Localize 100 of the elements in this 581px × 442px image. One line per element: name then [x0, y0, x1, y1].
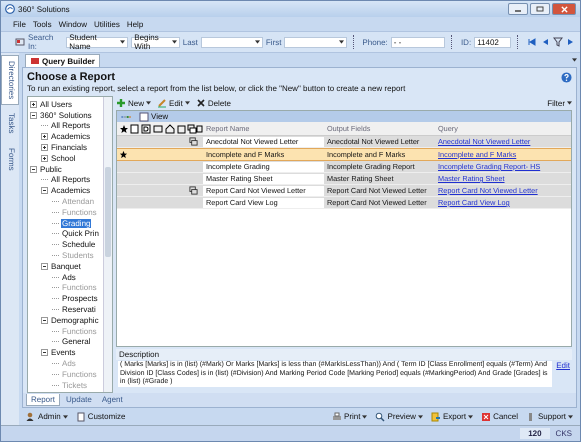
tree-item[interactable]: All Users: [39, 100, 74, 109]
expand-toggle-icon[interactable]: [41, 349, 48, 356]
id-label: ID:: [460, 38, 472, 46]
caret-icon: [254, 40, 260, 44]
caret-icon: [172, 40, 177, 44]
phone-label: Phone:: [362, 38, 388, 46]
filter-icon[interactable]: [552, 37, 563, 47]
menu-item[interactable]: Window: [58, 20, 88, 28]
vertical-scrollbar[interactable]: [103, 97, 112, 392]
caret-icon: [146, 101, 152, 105]
description-label: Description: [116, 349, 572, 360]
edit-button[interactable]: Edit: [157, 98, 190, 108]
help-icon[interactable]: [561, 72, 572, 82]
menu-item[interactable]: File: [13, 20, 26, 28]
close-icon: [560, 6, 568, 12]
plus-icon: [116, 98, 126, 108]
menu-item[interactable]: Utilities: [94, 20, 120, 28]
caret-icon: [338, 40, 344, 44]
bottom-tab[interactable]: Update: [62, 394, 96, 406]
tab-menu-caret-icon[interactable]: [572, 58, 577, 62]
tree-item[interactable]: Demographic: [50, 316, 100, 325]
menu-item[interactable]: Help: [126, 20, 144, 28]
caret-icon: [567, 101, 572, 105]
id-field[interactable]: 11402: [474, 36, 512, 48]
maximize-button[interactable]: [530, 3, 550, 15]
expand-toggle-icon[interactable]: [30, 100, 37, 108]
side-tab[interactable]: Directories: [1, 55, 19, 106]
new-button[interactable]: New: [116, 98, 152, 108]
tree-item[interactable]: Quick Prin: [61, 229, 100, 238]
expand-toggle-icon[interactable]: [30, 166, 37, 173]
delete-icon: [196, 98, 206, 108]
caret-icon: [468, 414, 474, 418]
instructions-text: To run an existing report, select a report from the list below, or click the "New" button to create a new report: [26, 84, 406, 95]
bottom-tab[interactable]: Agent: [98, 394, 127, 406]
search-in-label: Search In:: [28, 33, 54, 51]
expand-toggle-icon[interactable]: [41, 133, 48, 140]
delete-button[interactable]: Delete: [196, 98, 231, 108]
last-label: Last: [182, 38, 198, 46]
expand-toggle-icon[interactable]: [41, 187, 48, 194]
side-tab[interactable]: Tasks: [1, 107, 19, 140]
tree-item[interactable]: All Reports: [50, 175, 92, 184]
expand-toggle-icon[interactable]: [41, 262, 48, 270]
print-button[interactable]: Print: [332, 412, 368, 422]
view-button[interactable]: View: [139, 112, 168, 122]
app-logo-icon: [5, 4, 15, 14]
cancel-button[interactable]: Cancel: [481, 412, 518, 422]
support-button[interactable]: Support: [526, 412, 573, 422]
tree-item[interactable]: Public: [39, 164, 63, 174]
caret-icon: [568, 414, 573, 418]
tree-item[interactable]: Events: [50, 348, 76, 358]
window-title: 360° Solutions: [18, 4, 70, 14]
maximize-icon: [536, 6, 544, 12]
page-title: Choose a Report: [27, 71, 116, 83]
tree-item[interactable]: School: [50, 154, 76, 163]
tree-item[interactable]: Financials: [50, 143, 88, 152]
export-icon: [430, 412, 441, 422]
magnifier-icon: [375, 412, 386, 422]
printer-icon: [332, 412, 342, 422]
caret-icon: [184, 101, 190, 105]
user-initials: CKS: [554, 428, 573, 439]
card-icon[interactable]: [15, 37, 25, 47]
tree-item[interactable]: Prospects: [61, 294, 99, 304]
menu-item[interactable]: Tools: [32, 20, 52, 28]
caret-icon: [418, 414, 423, 418]
tree-item[interactable]: All Reports: [50, 121, 92, 130]
expand-toggle-icon[interactable]: [41, 154, 48, 162]
first-label: First: [266, 38, 282, 46]
caret-icon: [62, 414, 68, 418]
side-tab[interactable]: Forms: [1, 142, 19, 176]
tree-item[interactable]: Banquet: [50, 262, 82, 271]
tree-item[interactable]: Schedule: [61, 240, 96, 250]
first-record-icon[interactable]: [526, 37, 537, 47]
export-button[interactable]: Export: [430, 412, 474, 422]
expand-toggle-icon[interactable]: [41, 144, 48, 152]
match-dropdown[interactable]: Begins With: [131, 36, 180, 48]
close-button[interactable]: [552, 3, 576, 15]
filter-button[interactable]: Filter: [547, 98, 572, 108]
edit-link[interactable]: Edit: [556, 361, 570, 370]
customize-button[interactable]: Customize: [76, 412, 126, 422]
caret-icon: [362, 414, 368, 418]
tree-item[interactable]: Academics: [50, 186, 92, 196]
tree-item[interactable]: Academics: [50, 132, 92, 142]
caret-icon: [120, 40, 126, 44]
record-count: 120: [520, 428, 550, 439]
search-in-dropdown[interactable]: Student Name: [66, 36, 128, 48]
document-tab[interactable]: Query Builder: [25, 54, 100, 67]
tree-item[interactable]: Ads: [61, 272, 77, 282]
bottom-tab[interactable]: Report: [26, 394, 60, 406]
expand-toggle-icon[interactable]: [41, 316, 48, 324]
pencil-icon: [157, 98, 168, 108]
report-icon: [30, 56, 40, 66]
admin-button[interactable]: Admin: [26, 412, 68, 422]
phone-field[interactable]: - -: [390, 36, 446, 48]
tree-item[interactable]: Reservati: [61, 305, 97, 314]
expand-toggle-icon[interactable]: [30, 112, 37, 119]
minimize-button[interactable]: [508, 3, 528, 15]
tree-item[interactable]: General: [61, 337, 92, 346]
tree-item[interactable]: Grading: [61, 218, 92, 228]
tree-item[interactable]: 360° Solutions: [39, 110, 93, 120]
preview-button[interactable]: Preview: [375, 412, 423, 422]
